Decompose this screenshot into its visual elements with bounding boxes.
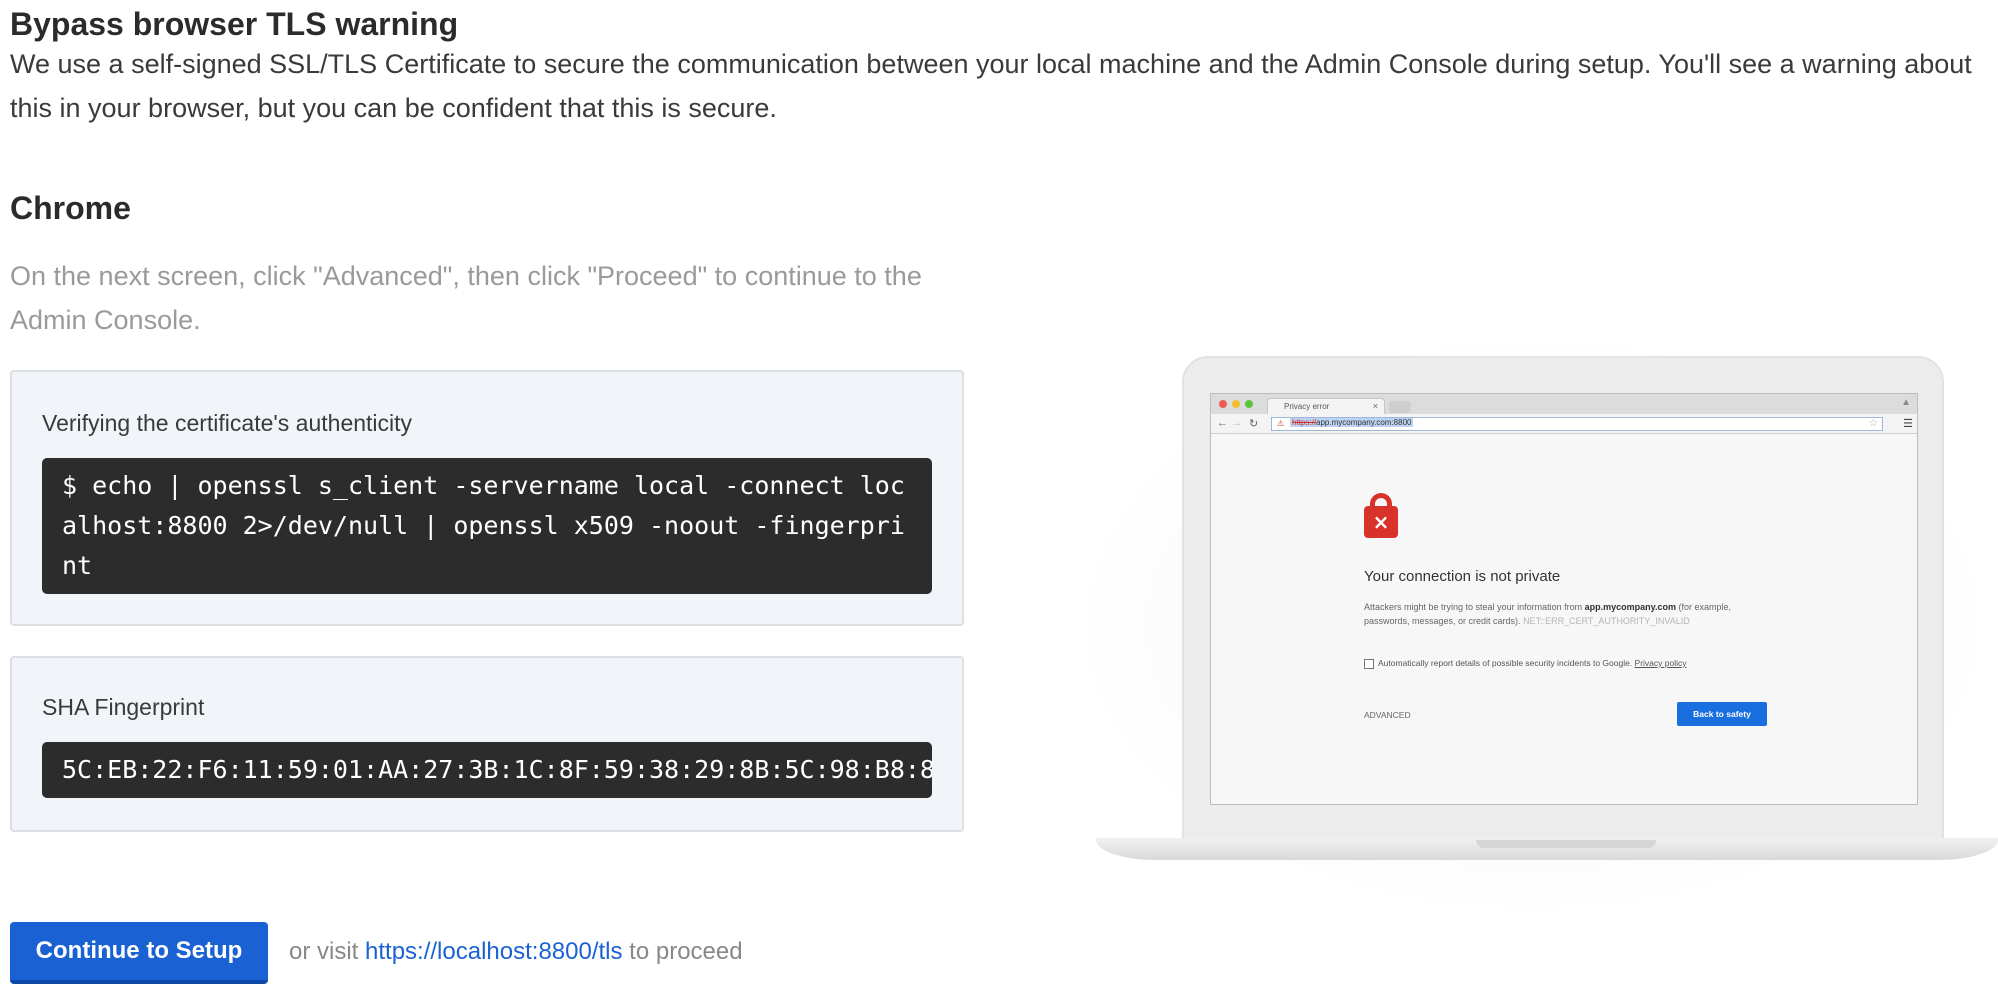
profile-icon: ▲	[1901, 397, 1911, 408]
back-to-safety-button: Back to safety	[1677, 702, 1767, 726]
browser-toolbar: ← → ↻ ⚠ https://app.mycompany.com:8800 ☆…	[1211, 414, 1917, 434]
error-code: NET::ERR_CERT_AUTHORITY_INVALID	[1523, 616, 1690, 626]
intro-text: We use a self-signed SSL/TLS Certificate…	[10, 49, 1972, 123]
browser-tab-bar: Privacy error × ▲	[1211, 394, 1917, 414]
privacy-policy-link: Privacy policy	[1634, 658, 1687, 668]
verify-certificate-panel: Verifying the certificate's authenticity…	[10, 370, 964, 626]
laptop-screen: Privacy error × ▲ ← → ↻ ⚠ https://app.my…	[1210, 393, 1918, 805]
verify-certificate-label: Verifying the certificate's authenticity	[42, 410, 413, 436]
browser-tab-title: Privacy error	[1284, 402, 1330, 411]
window-zoom-dot	[1245, 400, 1253, 408]
url-scheme: https://	[1292, 418, 1317, 427]
error-heading: Your connection is not private	[1364, 568, 1561, 585]
report-checkbox-row: Automatically report details of possible…	[1364, 658, 1687, 669]
tab-close-icon: ×	[1372, 401, 1378, 411]
laptop-notch	[1476, 840, 1656, 848]
url-host: app.mycompany.com:8800	[1316, 418, 1412, 427]
error-domain: app.mycompany.com	[1584, 602, 1676, 612]
window-close-dot	[1219, 400, 1227, 408]
window-minimize-dot	[1232, 400, 1240, 408]
address-bar: ⚠ https://app.mycompany.com:8800 ☆	[1271, 417, 1883, 431]
continue-to-setup-button[interactable]: Continue to Setup	[10, 922, 268, 984]
lock-error-x-icon: ×	[1372, 510, 1390, 534]
tls-link[interactable]: https://localhost:8800/tls	[365, 938, 622, 965]
reload-icon: ↻	[1249, 418, 1259, 430]
insecure-lock-icon: ⚠	[1277, 419, 1285, 428]
forward-arrow-icon: →	[1231, 417, 1242, 429]
openssl-command-block[interactable]: $ echo | openssl s_client -servername lo…	[42, 458, 932, 594]
browser-menu-icon: ☰	[1903, 418, 1913, 430]
report-checkbox	[1364, 658, 1374, 669]
new-tab-icon	[1389, 401, 1411, 413]
chrome-instruction: On the next screen, click "Advanced", th…	[10, 261, 922, 335]
error-body: Attackers might be trying to steal your …	[1364, 602, 1731, 626]
bookmark-star-icon: ☆	[1869, 418, 1878, 429]
page-title: Bypass browser TLS warning	[10, 6, 459, 42]
sha-fingerprint-value[interactable]: 5C:EB:22:F6:11:59:01:AA:27:3B:1C:8F:59:3…	[42, 742, 932, 798]
back-arrow-icon: ←	[1217, 417, 1228, 429]
advanced-link: ADVANCED	[1364, 710, 1411, 720]
browser-tab: Privacy error ×	[1267, 398, 1385, 414]
chrome-heading: Chrome	[10, 190, 131, 226]
footer-text: or visit https://localhost:8800/tls to p…	[289, 938, 743, 965]
sha-fingerprint-label: SHA Fingerprint	[42, 694, 205, 720]
sha-fingerprint-panel: SHA Fingerprint 5C:EB:22:F6:11:59:01:AA:…	[10, 656, 964, 832]
